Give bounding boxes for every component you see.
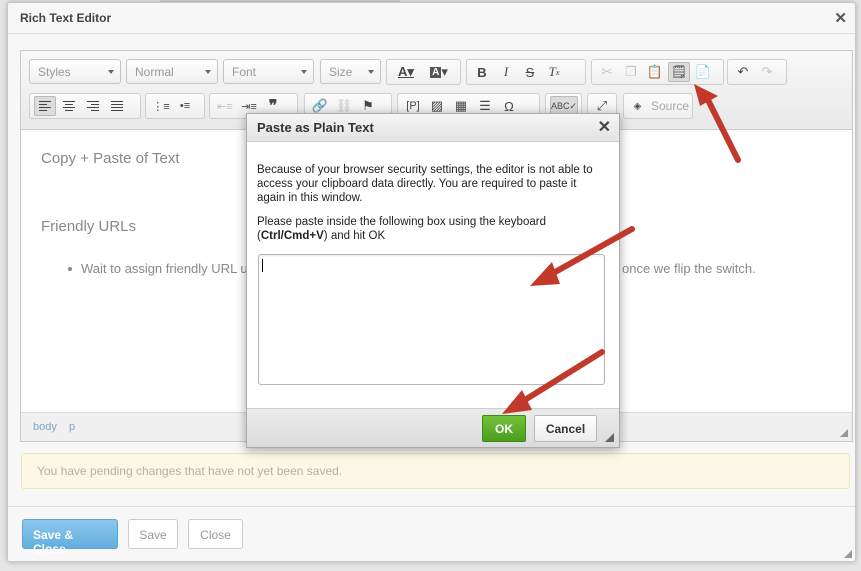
modal-footer: Save & Close Save Close [8,506,855,561]
align-center-icon[interactable] [58,96,80,116]
font-combo-label: Font [232,65,257,79]
modal-title: Rich Text Editor [20,11,112,25]
close-icon[interactable]: ✕ [598,117,611,137]
align-right-icon[interactable] [82,96,104,116]
paste-from-word-icon[interactable]: 📄 [692,62,714,82]
bold-icon[interactable]: B [471,62,493,82]
path-item-body[interactable]: body [33,421,57,433]
format-combo[interactable]: Normal [126,59,218,84]
basic-styles-group: B I S Tx [466,59,586,85]
remove-format-icon[interactable]: Tx [543,62,565,82]
align-left-icon[interactable] [34,96,56,116]
source-group: ◈ Source [623,93,693,119]
cut-icon[interactable]: ✂ [596,62,618,82]
bulleted-list-icon[interactable]: •≡ [174,96,196,116]
chevron-down-icon [301,70,307,74]
size-combo[interactable]: Size [320,59,381,84]
styles-combo-label: Styles [38,65,71,79]
paste-textarea[interactable] [258,254,605,385]
chevron-down-icon [205,70,211,74]
numbered-list-icon[interactable]: ⋮≡ [150,96,172,116]
clipboard-group: ✂ ❐ 📋 🗒 📄 [591,59,724,85]
list-group: ⋮≡ •≡ [145,93,205,119]
dialog-footer: OK Cancel [247,408,619,447]
paste-plain-text-dialog: Paste as Plain Text ✕ Because of your br… [246,113,620,448]
dialog-body: Because of your browser security setting… [257,163,607,253]
dialog-header: Paste as Plain Text ✕ [247,114,619,142]
background-color-icon[interactable]: A ▾ [423,62,455,82]
save-close-button[interactable]: Save & Close [22,519,118,556]
path-item-p[interactable]: p [69,421,75,433]
dialog-title: Paste as Plain Text [257,120,374,135]
save-button[interactable]: Save [128,519,178,549]
dialog-instruction: Please paste inside the following box us… [257,215,607,243]
format-combo-label: Normal [135,65,174,79]
alignment-group [29,93,141,119]
list-item: Wait to assign friendly URL u [68,261,248,276]
outdent-icon[interactable]: ⇤≡ [214,96,236,116]
close-icon[interactable]: ✕ [834,9,847,27]
source-icon: ◈ [633,100,642,112]
undo-group: ↶ ↷ [727,59,787,85]
content-heading-2: Friendly URLs [41,218,137,235]
undo-icon[interactable]: ↶ [732,62,754,82]
strikethrough-icon[interactable]: S [519,62,541,82]
size-combo-label: Size [329,65,353,79]
text-caret [262,259,263,272]
instruction-text-end: ) and hit OK [323,230,386,242]
paste-plain-text-icon[interactable]: 🗒 [668,62,690,82]
chevron-down-icon [108,70,114,74]
pending-changes-alert: You have pending changes that have not y… [21,453,850,489]
copy-icon[interactable]: ❐ [620,62,642,82]
font-combo[interactable]: Font [223,59,314,84]
keyboard-shortcut: Ctrl/Cmd+V [260,230,324,242]
ok-button[interactable]: OK [482,415,526,442]
paste-icon[interactable]: 📋 [644,62,666,82]
modal-resize-icon[interactable] [844,550,852,558]
close-button[interactable]: Close [188,519,243,549]
align-justify-icon[interactable] [106,96,128,116]
dialog-resize-icon[interactable] [605,433,614,442]
source-button[interactable]: Source [651,99,689,113]
modal-header: Rich Text Editor ✕ [8,3,855,34]
styles-combo[interactable]: Styles [29,59,121,84]
content-heading-1: Copy + Paste of Text [41,150,180,167]
list-item-tail: once we flip the switch. [622,261,756,276]
redo-icon[interactable]: ↷ [756,62,778,82]
text-color-icon[interactable]: A▾ [391,62,421,82]
color-group: A▾ A ▾ [386,59,461,85]
chevron-down-icon [368,70,374,74]
italic-icon[interactable]: I [495,62,517,82]
dialog-security-message: Because of your browser security setting… [257,164,593,204]
resize-grip-icon[interactable] [840,429,848,437]
cancel-button[interactable]: Cancel [534,415,597,442]
